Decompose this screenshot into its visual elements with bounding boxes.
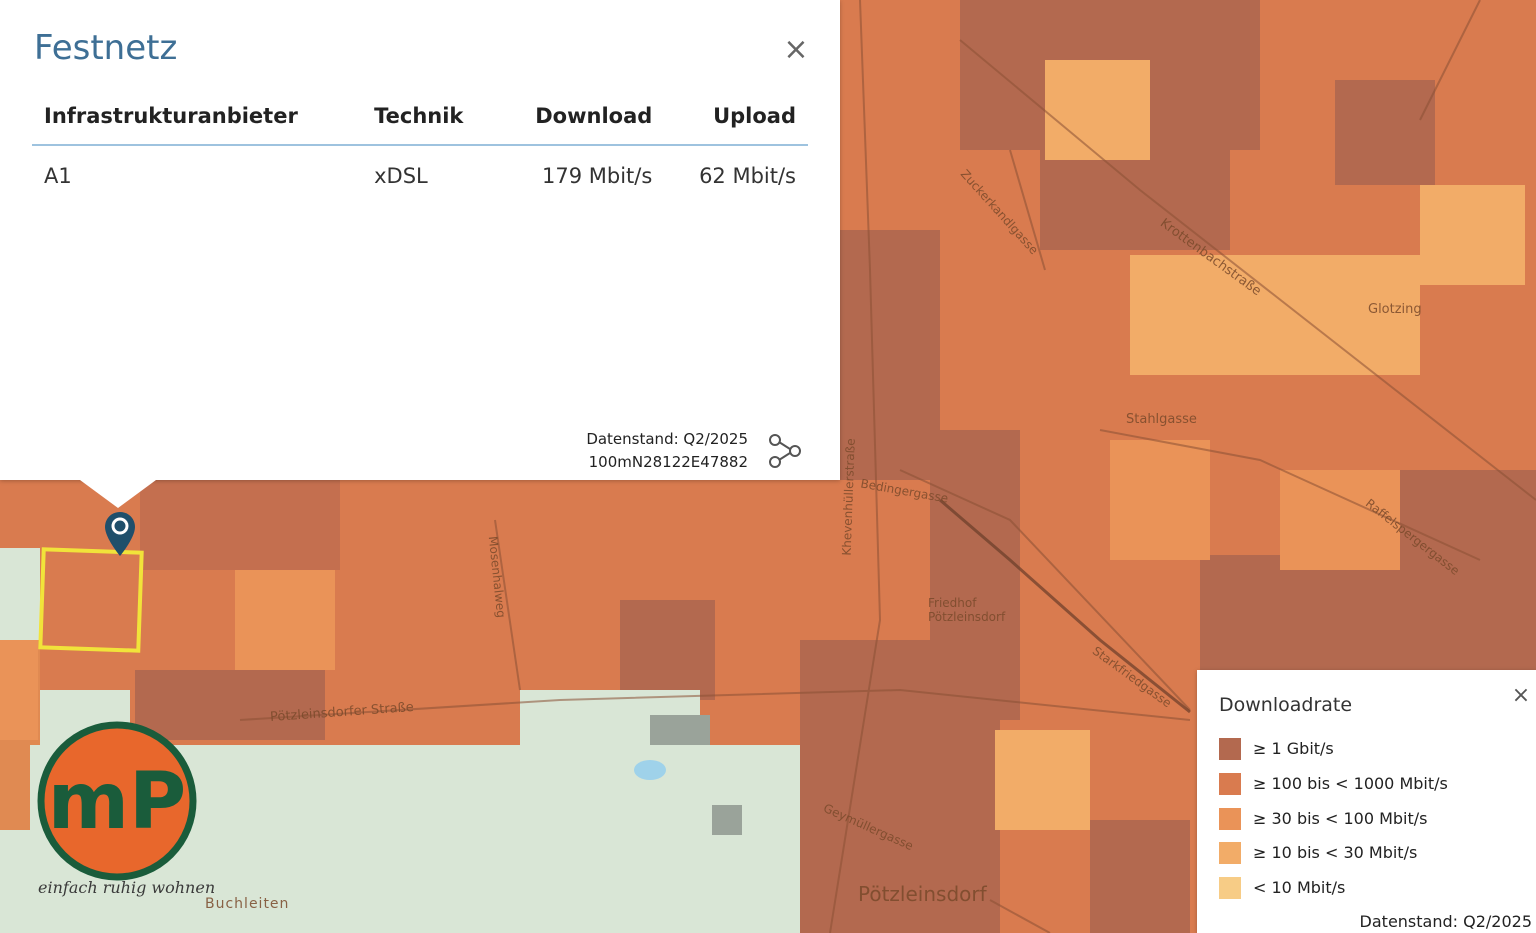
map-label: Glotzing <box>1368 302 1422 317</box>
column-header-technology: Technik <box>362 98 497 146</box>
cell-download: 179 Mbit/s <box>541 164 653 188</box>
location-marker-icon[interactable] <box>103 510 137 558</box>
legend-panel: Downloadrate × ≥ 1 Gbit/s ≥ 100 bis < 10… <box>1197 670 1536 933</box>
provider-table: Infrastrukturanbieter Technik Download U… <box>32 98 808 206</box>
selected-cell <box>38 547 144 653</box>
close-icon[interactable]: × <box>1509 684 1533 708</box>
cell-technology: xDSL <box>374 164 428 188</box>
legend-label: ≥ 10 bis < 30 Mbit/s <box>1253 843 1418 862</box>
column-header-upload: Upload <box>664 98 808 146</box>
logo-letters: mP <box>48 757 186 847</box>
column-header-provider: Infrastrukturanbieter <box>32 98 363 146</box>
stamp-cell-id: 100mN28122E47882 <box>588 453 748 471</box>
logo-tagline: einfach ruhig wohnen <box>38 878 216 897</box>
legend-label: ≥ 1 Gbit/s <box>1253 739 1334 758</box>
legend-swatch <box>1219 808 1241 830</box>
close-icon[interactable]: × <box>780 34 812 66</box>
map-label: Buchleiten <box>205 896 290 912</box>
legend-title: Downloadrate <box>1219 694 1353 716</box>
popup-title: Festnetz <box>34 28 178 68</box>
building <box>712 805 742 835</box>
info-popup: Festnetz × Infrastrukturanbieter Technik… <box>0 0 840 480</box>
map-label: Friedhof Pötzleinsdorf <box>928 596 1006 624</box>
cell-upload: 62 Mbit/s <box>699 164 796 188</box>
table-header-row: Infrastrukturanbieter Technik Download U… <box>32 98 808 146</box>
legend-swatch <box>1219 877 1241 899</box>
legend-label: ≥ 100 bis < 1000 Mbit/s <box>1253 774 1448 793</box>
stamp-date: Datenstand: Q2/2025 <box>586 430 748 448</box>
legend-swatch <box>1219 738 1241 760</box>
brand-logo: mP <box>37 721 197 881</box>
share-icon[interactable] <box>766 432 804 470</box>
map-label: Pötzleinsdorf <box>858 882 987 906</box>
legend-label: < 10 Mbit/s <box>1253 878 1346 897</box>
park-area <box>0 548 40 640</box>
map-label: Stahlgasse <box>1126 412 1197 427</box>
legend-label: ≥ 30 bis < 100 Mbit/s <box>1253 809 1428 828</box>
pond <box>634 760 666 780</box>
legend-swatch <box>1219 842 1241 864</box>
building <box>650 715 710 745</box>
popup-pointer <box>80 480 156 508</box>
table-row: A1 xDSL 179 Mbit/s 62 Mbit/s <box>32 145 808 206</box>
data-stamp: Datenstand: Q2/2025 100mN28122E47882 <box>540 428 748 474</box>
legend-stamp: Datenstand: Q2/2025 <box>1359 912 1532 931</box>
legend-swatch <box>1219 773 1241 795</box>
column-header-download: Download <box>496 98 665 146</box>
cell-provider: A1 <box>44 164 72 188</box>
